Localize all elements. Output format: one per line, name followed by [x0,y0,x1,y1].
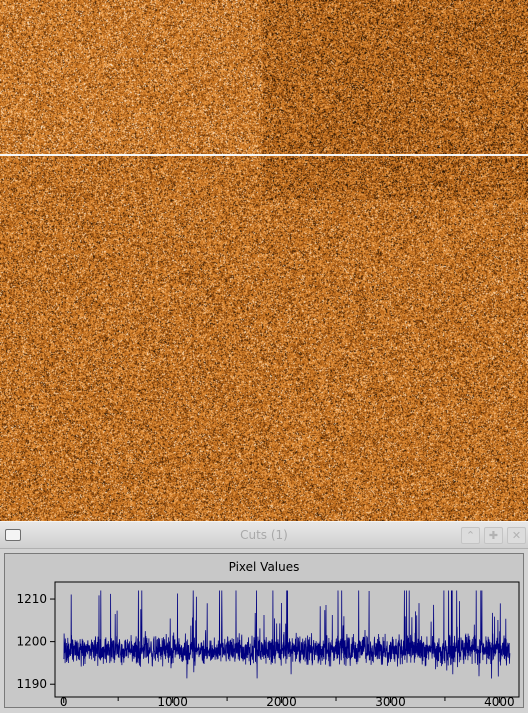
x-tick-label: 3000 [375,695,406,707]
image-display[interactable] [0,0,528,521]
x-tick-label: 2000 [266,695,297,707]
y-tick-label: 1190 [16,677,47,691]
window-titlebar[interactable]: Cuts (1) ⌃ ✚ ✕ [0,521,528,549]
maximize-button[interactable]: ✚ [484,527,503,544]
y-tick-label: 1200 [16,635,47,649]
y-tick-label: 1210 [16,592,47,606]
window-title: Cuts (1) [240,528,288,542]
close-button[interactable]: ✕ [507,527,526,544]
minimize-button[interactable]: ⌃ [461,527,480,544]
x-tick-label: 4000 [484,695,515,707]
x-tick-label: 1000 [157,695,188,707]
plot-panel: Pixel Values 1190 1200 1210 0 1000 2000 3000 40… [4,553,524,708]
x-tick-label: 0 [60,695,68,707]
window-controls: ⌃ ✚ ✕ [461,527,526,544]
cuts-window: Cuts (1) ⌃ ✚ ✕ Pixel Values 1190 1200 1210… [0,521,528,713]
cut-line[interactable] [0,154,528,156]
pixel-values-chart[interactable]: 1190 1200 1210 0 1000 2000 3000 4000 [5,554,523,707]
